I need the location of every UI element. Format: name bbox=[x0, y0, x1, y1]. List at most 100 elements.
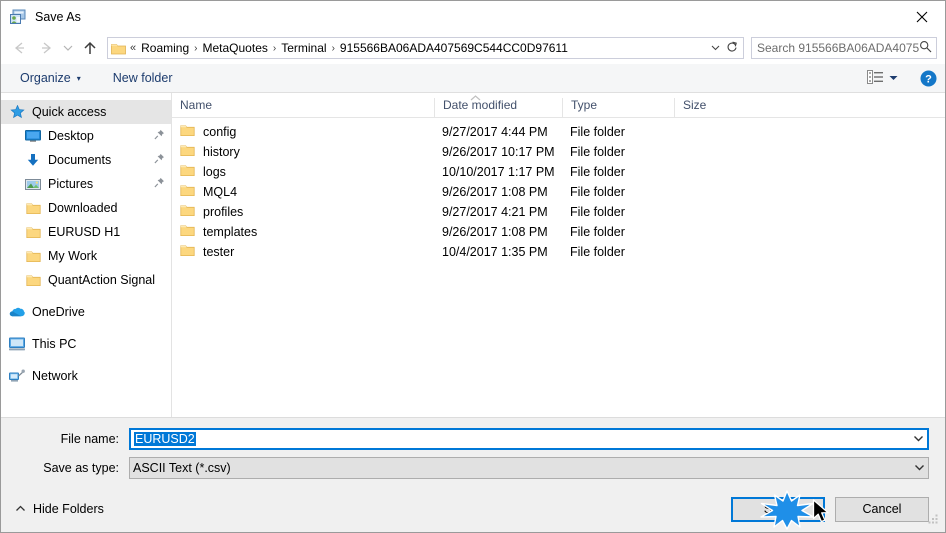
address-bar[interactable]: « Roaming › MetaQuotes › Terminal › 9155… bbox=[107, 37, 744, 59]
sidebar-item-my-work[interactable]: My Work bbox=[1, 244, 171, 268]
search-input[interactable]: Search 915566BA06ADA40756... bbox=[757, 41, 919, 55]
sidebar-item-onedrive[interactable]: OneDrive bbox=[1, 300, 171, 324]
search-icon[interactable] bbox=[919, 40, 932, 56]
file-name-value[interactable]: EURUSD2 bbox=[134, 432, 910, 446]
breadcrumb-terminal-id[interactable]: 915566BA06ADA407569C544CC0D97611 bbox=[337, 41, 571, 55]
file-name-label: MQL4 bbox=[203, 185, 238, 199]
pin-icon[interactable] bbox=[154, 129, 165, 143]
sidebar-item-eurusd-h1[interactable]: EURUSD H1 bbox=[1, 220, 171, 244]
file-name-label: templates bbox=[203, 225, 258, 239]
save-as-type-select[interactable]: ASCII Text (*.csv) bbox=[129, 457, 929, 479]
breadcrumb-separator[interactable]: › bbox=[330, 43, 337, 54]
this-pc-icon bbox=[9, 336, 25, 352]
organize-button[interactable]: Organize ▾ bbox=[15, 69, 86, 87]
column-header-name[interactable]: Name bbox=[172, 98, 434, 117]
breadcrumb-terminal[interactable]: Terminal bbox=[278, 41, 329, 55]
table-row[interactable]: templates 9/26/2017 1:08 PM File folder bbox=[172, 222, 945, 242]
file-name-label: profiles bbox=[203, 205, 244, 219]
sidebar-item-label: Desktop bbox=[48, 129, 94, 143]
save-button[interactable]: Save bbox=[731, 496, 825, 522]
chevron-down-icon[interactable] bbox=[911, 463, 928, 473]
hide-folders-button[interactable]: Hide Folders bbox=[15, 502, 104, 516]
up-button[interactable] bbox=[77, 35, 103, 61]
sidebar-item-quantaction-signal[interactable]: QuantAction Signal bbox=[1, 268, 171, 292]
folder-icon bbox=[111, 42, 126, 55]
change-view-button[interactable] bbox=[863, 68, 902, 89]
table-row[interactable]: config 9/27/2017 4:44 PM File folder bbox=[172, 122, 945, 142]
sidebar-item-documents[interactable]: Documents bbox=[1, 148, 171, 172]
column-header-size[interactable]: Size bbox=[674, 98, 752, 117]
recent-locations-button[interactable] bbox=[59, 35, 77, 61]
file-date-cell: 9/26/2017 1:08 PM bbox=[442, 225, 548, 239]
file-type-cell: File folder bbox=[570, 245, 625, 259]
chevron-down-icon[interactable] bbox=[910, 434, 927, 444]
sidebar-item-downloaded[interactable]: Downloaded bbox=[1, 196, 171, 220]
folder-icon bbox=[180, 164, 195, 180]
pin-icon[interactable] bbox=[154, 153, 165, 167]
column-header-date-modified[interactable]: Date modified bbox=[434, 98, 562, 117]
sidebar-item-quick-access[interactable]: Quick access bbox=[1, 100, 171, 124]
save-as-type-label: Save as type: bbox=[43, 461, 119, 475]
folder-icon bbox=[180, 144, 195, 160]
forward-button[interactable] bbox=[33, 35, 59, 61]
help-button[interactable]: ? bbox=[920, 70, 937, 87]
column-header-type[interactable]: Type bbox=[562, 98, 674, 117]
onedrive-cloud-icon bbox=[9, 304, 25, 320]
hide-folders-label: Hide Folders bbox=[33, 502, 104, 516]
sidebar-item-network[interactable]: Network bbox=[1, 364, 171, 388]
sidebar-item-desktop[interactable]: Desktop bbox=[1, 124, 171, 148]
file-date-cell: 10/10/2017 1:17 PM bbox=[442, 165, 555, 179]
sidebar-item-this-pc[interactable]: This PC bbox=[1, 332, 171, 356]
breadcrumb-separator[interactable]: › bbox=[271, 43, 278, 54]
breadcrumb-separator[interactable]: › bbox=[192, 43, 199, 54]
search-box[interactable]: Search 915566BA06ADA40756... bbox=[751, 37, 937, 59]
close-button[interactable] bbox=[899, 1, 945, 32]
file-name-cell: logs bbox=[172, 164, 434, 180]
table-row[interactable]: MQL4 9/26/2017 1:08 PM File folder bbox=[172, 182, 945, 202]
file-type-cell: File folder bbox=[570, 125, 625, 139]
file-name-selected-text[interactable]: EURUSD2 bbox=[134, 432, 196, 446]
sidebar-item-pictures[interactable]: Pictures bbox=[1, 172, 171, 196]
file-name-input[interactable]: EURUSD2 bbox=[129, 428, 929, 450]
file-date-cell: 9/26/2017 10:17 PM bbox=[442, 145, 555, 159]
chevron-down-icon bbox=[889, 74, 898, 83]
folder-icon bbox=[180, 224, 195, 240]
file-name-cell: tester bbox=[172, 244, 434, 260]
file-name-label: tester bbox=[203, 245, 235, 259]
sort-ascending-icon bbox=[470, 94, 481, 103]
documents-download-icon bbox=[25, 152, 41, 168]
table-row[interactable]: tester 10/4/2017 1:35 PM File folder bbox=[172, 242, 945, 262]
chevron-down-icon: ▾ bbox=[76, 73, 81, 83]
window-title: Save As bbox=[35, 9, 81, 24]
save-button-label: Save bbox=[763, 502, 793, 516]
pin-icon[interactable] bbox=[154, 177, 165, 191]
table-row[interactable]: history 9/26/2017 10:17 PM File folder bbox=[172, 142, 945, 162]
column-header-row: Name Date modified Type Size bbox=[172, 93, 945, 118]
back-button[interactable] bbox=[7, 35, 33, 61]
organize-label: Organize bbox=[20, 71, 71, 85]
breadcrumb-metaquotes[interactable]: MetaQuotes bbox=[200, 41, 271, 55]
refresh-icon[interactable] bbox=[723, 41, 741, 56]
chevron-down-icon[interactable] bbox=[707, 43, 723, 53]
file-name-cell: history bbox=[172, 144, 434, 160]
file-type-cell: File folder bbox=[570, 145, 625, 159]
table-row[interactable]: profiles 9/27/2017 4:21 PM File folder bbox=[172, 202, 945, 222]
sidebar-item-label: QuantAction Signal bbox=[48, 273, 156, 287]
save-form: File name: EURUSD2 Save as type: ASCII T… bbox=[1, 417, 945, 486]
file-name-cell: config bbox=[172, 124, 434, 140]
folder-icon bbox=[180, 244, 195, 260]
breadcrumb-roaming[interactable]: Roaming bbox=[138, 41, 192, 55]
star-icon bbox=[9, 104, 25, 120]
save-as-type-row: Save as type: ASCII Text (*.csv) bbox=[17, 457, 929, 479]
new-folder-button[interactable]: New folder bbox=[108, 69, 178, 87]
file-name-label: File name: bbox=[60, 432, 119, 446]
folder-icon bbox=[25, 224, 41, 240]
cancel-button[interactable]: Cancel bbox=[835, 496, 929, 522]
sidebar-item-label: Pictures bbox=[48, 177, 94, 191]
resize-grip-icon[interactable] bbox=[926, 511, 940, 528]
network-icon bbox=[9, 368, 25, 384]
title-bar: Save As bbox=[1, 1, 945, 32]
table-row[interactable]: logs 10/10/2017 1:17 PM File folder bbox=[172, 162, 945, 182]
file-type-cell: File folder bbox=[570, 205, 625, 219]
